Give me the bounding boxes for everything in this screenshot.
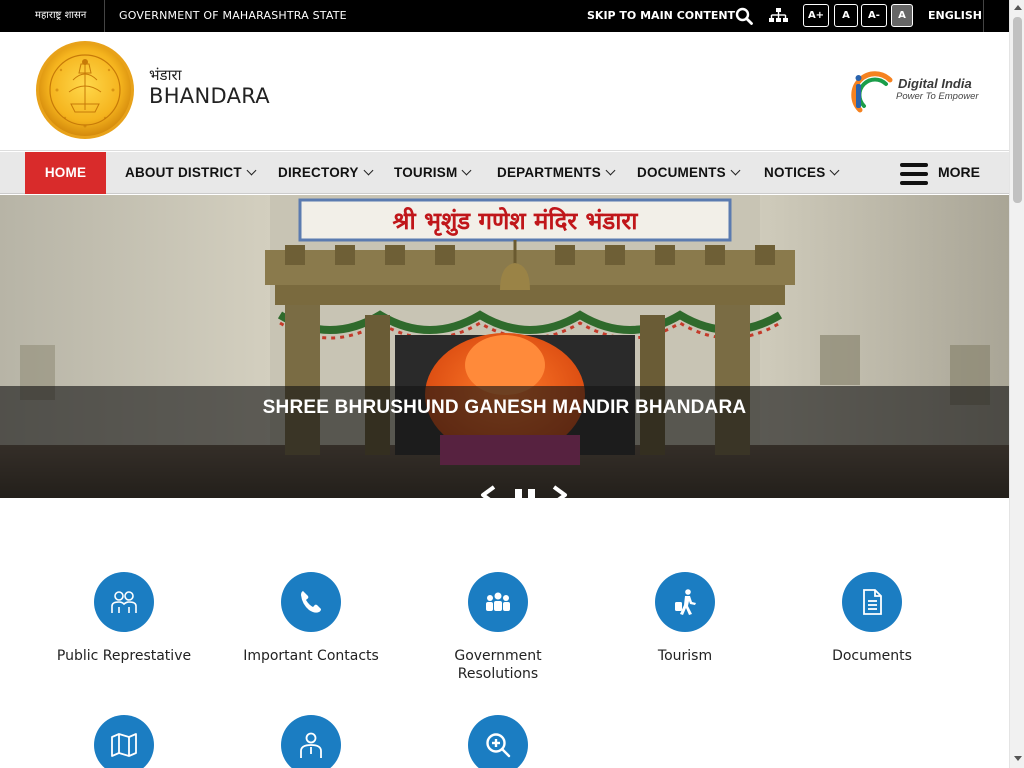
chevron-down-icon [605,165,616,176]
people-icon [94,572,154,632]
contrast-button[interactable]: A [891,4,913,27]
sitemap-icon[interactable] [769,7,788,24]
scroll-up-arrow-icon[interactable] [1014,5,1022,10]
font-normal-button[interactable]: A [834,4,858,27]
nav-documents[interactable]: DOCUMENTS [637,152,741,194]
slide-caption: SHREE BHRUSHUND GANESH MANDIR BHANDARA [262,397,747,418]
chevron-down-icon [246,165,257,176]
site-name-marathi: भंडारा [149,66,182,84]
chevron-down-icon [461,165,472,176]
group-icon [468,572,528,632]
main-navigation: HOME ABOUT DISTRICT DIRECTORY TOURISM DE… [0,152,1009,194]
nav-directory[interactable]: DIRECTORY [278,152,374,194]
nav-departments-label: DEPARTMENTS [497,165,601,180]
quicklink-label: Important Contacts [243,648,379,664]
nav-about-label: ABOUT DISTRICT [125,165,242,180]
top-bar: महाराष्ट्र शासन GOVERNMENT OF MAHARASHTR… [0,0,1009,32]
document-icon [842,572,902,632]
nav-tourism[interactable]: TOURISM [394,152,472,194]
person-icon [281,715,341,768]
nav-departments[interactable]: DEPARTMENTS [497,152,616,194]
quicklink-label: Government Resolutions [454,648,542,682]
nav-tourism-label: TOURISM [394,165,458,180]
site-name-english[interactable]: BHANDARA [149,84,270,108]
nav-directory-label: DIRECTORY [278,165,359,180]
hamburger-menu-icon[interactable] [900,163,928,185]
nav-about-district[interactable]: ABOUT DISTRICT [125,152,257,194]
nav-more[interactable]: MORE [938,152,980,192]
digital-india-tagline: Power To Empower [896,91,979,102]
digital-india-logo[interactable]: Digital India Power To Empower [850,60,982,116]
pause-icon[interactable] [514,489,536,498]
phone-icon [281,572,341,632]
font-increase-button[interactable]: A+ [803,4,829,27]
digital-india-icon [851,71,893,113]
chevron-down-icon [363,165,374,176]
nav-documents-label: DOCUMENTS [637,165,726,180]
temple-sign-text: श्री भृशुंड गणेश मंदिर भंडारा [393,207,639,236]
chevron-down-icon [829,165,840,176]
traveler-icon [655,572,715,632]
page-scrollbar[interactable] [1009,0,1024,768]
zoom-in-icon [468,715,528,768]
digital-india-title: Digital India [898,76,972,91]
chevron-left-icon[interactable] [478,485,498,498]
scrollbar-thumb[interactable] [1013,17,1022,203]
quicklink-label: Public Represtative [56,648,192,664]
divider [983,0,984,32]
font-decrease-button[interactable]: A- [861,4,887,27]
gov-english-label: GOVERNMENT OF MAHARASHTRA STATE [119,9,347,22]
language-selector[interactable]: ENGLISH [928,0,982,32]
search-icon[interactable] [735,7,753,25]
hero-slider: श्री भृशुंड गणेश मंदिर भंडारा SHREE BHRU… [0,195,1009,498]
nav-notices[interactable]: NOTICES [764,152,840,194]
chevron-right-icon[interactable] [550,485,570,498]
map-icon [94,715,154,768]
quicklink-label: Tourism [657,648,713,664]
maharashtra-emblem-logo[interactable] [35,40,135,140]
chevron-down-icon [730,165,741,176]
nav-home[interactable]: HOME [25,152,106,194]
divider [104,0,105,32]
gov-marathi-label: महाराष्ट्र शासन [35,10,87,21]
scroll-down-arrow-icon[interactable] [1014,756,1022,761]
site-header: भंडारा BHANDARA Digital India Power To E… [0,32,1009,151]
nav-notices-label: NOTICES [764,165,826,180]
skip-to-main-link[interactable]: SKIP TO MAIN CONTENT [587,0,735,32]
quicklink-label: Documents [832,648,912,664]
